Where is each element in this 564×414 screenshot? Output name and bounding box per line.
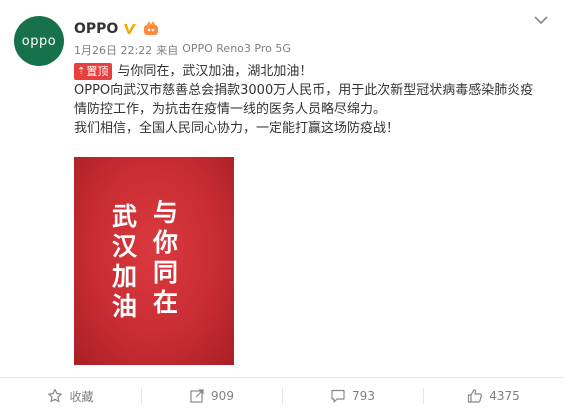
poster-char: 在 <box>153 288 179 317</box>
post-date[interactable]: 1月26日 22:22 <box>74 42 152 58</box>
weibo-post-card: oppo OPPO 1月26日 22:22 来自 OPPO Reno3 Pro … <box>0 0 564 413</box>
top-badge: ⇡ 置顶 <box>74 63 113 80</box>
like-button[interactable]: 4375 <box>423 378 564 414</box>
post-text-line: 与你同在，武汉加油，湖北加油！ <box>117 64 313 79</box>
post-text-line: 情防控工作，为抗击在疫情一线的医务人员略尽绵力。 <box>74 102 387 117</box>
source-device[interactable]: OPPO Reno3 Pro 5G <box>182 42 291 58</box>
repost-icon <box>189 388 205 404</box>
verified-icon <box>122 21 138 37</box>
poster-text-right: 与 你 同 在 <box>153 198 178 318</box>
more-chevron-icon[interactable] <box>532 12 550 26</box>
member-icon[interactable] <box>141 21 161 37</box>
poster-char: 同 <box>153 258 179 287</box>
like-icon <box>467 388 483 404</box>
poster-char: 武 <box>112 202 138 231</box>
action-bar: 收藏 909 793 4375 <box>0 377 564 414</box>
avatar[interactable]: oppo <box>14 16 64 66</box>
repost-button[interactable]: 909 <box>141 378 282 414</box>
post-header: OPPO <box>74 18 161 40</box>
comment-icon <box>330 388 346 404</box>
post-image[interactable]: 与 你 同 在 武 汉 加 油 <box>74 157 234 365</box>
post-meta: 1月26日 22:22 来自 OPPO Reno3 Pro 5G <box>74 42 291 58</box>
like-count: 4375 <box>489 389 520 403</box>
favorite-label: 收藏 <box>69 389 94 404</box>
poster-char: 加 <box>112 262 138 291</box>
poster-char: 油 <box>112 292 138 321</box>
star-icon <box>47 388 63 404</box>
pin-icon: ⇡ <box>77 66 86 77</box>
poster-char: 你 <box>153 228 179 257</box>
poster-char: 汉 <box>112 232 138 261</box>
post-line: ⇡ 置顶 与你同在，武汉加油，湖北加油！ <box>74 62 552 81</box>
comment-count: 793 <box>352 389 375 403</box>
post-text-line: OPPO向武汉市慈善总会捐款3000万人民币，用于此次新型冠状病毒感染肺炎疫 <box>74 83 534 98</box>
avatar-text: oppo <box>21 33 57 49</box>
username[interactable]: OPPO <box>74 21 118 37</box>
post-content: ⇡ 置顶 与你同在，武汉加油，湖北加油！ OPPO向武汉市慈善总会捐款3000万… <box>74 62 552 138</box>
post-text-line: 我们相信，全国人民同心协力，一定能打赢这场防疫战！ <box>74 121 400 136</box>
source-prefix: 来自 <box>156 44 179 57</box>
poster-text-left: 武 汉 加 油 <box>112 202 137 322</box>
poster-char: 与 <box>153 198 179 227</box>
favorite-button[interactable]: 收藏 <box>0 378 141 414</box>
comment-button[interactable]: 793 <box>282 378 423 414</box>
repost-count: 909 <box>211 389 234 403</box>
top-badge-label: 置顶 <box>86 65 109 78</box>
